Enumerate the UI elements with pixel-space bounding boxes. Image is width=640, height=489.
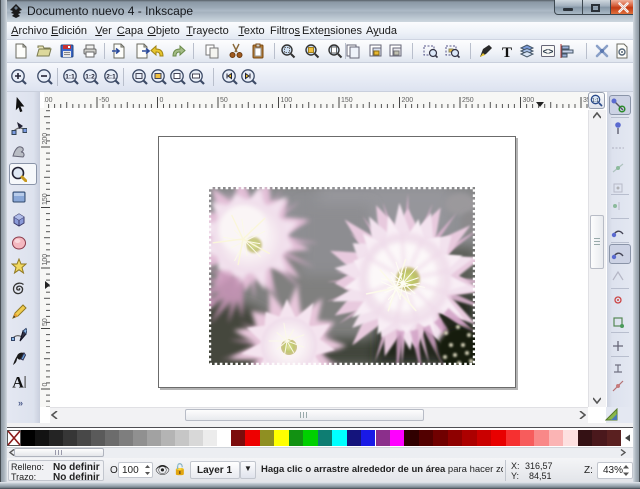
svg-text:0: 0 — [42, 383, 49, 387]
svg-text:50: 50 — [220, 97, 228, 104]
svg-text:T: T — [502, 45, 512, 59]
svg-text:<>: <> — [543, 48, 554, 58]
svg-text:1:1: 1:1 — [592, 98, 599, 104]
svg-text:0: 0 — [160, 97, 164, 104]
svg-text:300: 300 — [523, 97, 535, 104]
svg-text:200: 200 — [402, 97, 414, 104]
svg-text:150: 150 — [42, 193, 49, 205]
svg-text:1:2: 1:2 — [85, 74, 95, 81]
svg-text:200: 200 — [42, 133, 49, 145]
svg-text:1:1: 1:1 — [65, 74, 75, 81]
svg-text:100: 100 — [281, 97, 293, 104]
svg-text:250: 250 — [462, 97, 474, 104]
svg-text:50: 50 — [42, 318, 49, 326]
svg-text:150: 150 — [341, 97, 353, 104]
svg-text:-50: -50 — [99, 97, 109, 104]
svg-text:-100: -100 — [44, 97, 53, 104]
svg-text:A: A — [12, 375, 24, 390]
svg-text:2:1: 2:1 — [106, 74, 116, 81]
svg-text:100: 100 — [42, 254, 49, 266]
